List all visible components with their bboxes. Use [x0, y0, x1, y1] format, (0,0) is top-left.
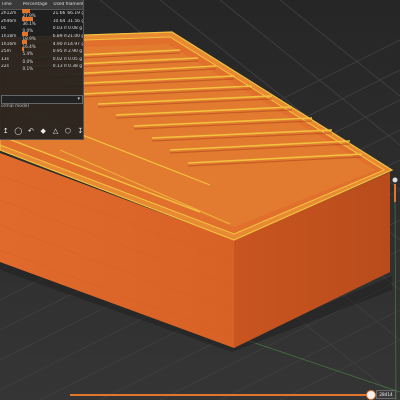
row-length: 10.64 m — [52, 18, 68, 24]
export-icon[interactable]: ↧ — [77, 127, 84, 136]
row-length: 0.13 m — [52, 64, 68, 70]
row-weight: 21.00 g — [67, 34, 83, 40]
row-length: 21.66 m — [52, 11, 68, 17]
row-weight: 66.19 g — [67, 11, 83, 17]
shells-icon[interactable]: ⬡ — [64, 127, 71, 136]
row-percentage: 0.1% — [22, 62, 52, 71]
slider-value: 28414 — [376, 390, 396, 399]
seam-icon[interactable]: ◆ — [40, 127, 47, 136]
row-weight: 0.38 g — [68, 64, 82, 70]
row-weight: 0.08 g — [68, 26, 82, 32]
legend-row: 22s 0.1% 0.13 m 0.38 g — [0, 62, 83, 71]
row-time: 13s — [1, 56, 9, 62]
view-type-dropdown[interactable]: ▾ — [1, 95, 83, 104]
slider-thumb[interactable] — [366, 390, 376, 400]
row-time: 2h46m — [1, 18, 17, 24]
chevron-down-icon: ▾ — [77, 96, 80, 102]
row-time: 22s — [1, 64, 9, 70]
row-weight: 0.05 g — [68, 56, 82, 62]
legend-rows: 2h12m27.9%21.66 m66.19 g2h46m36.1%10.64 … — [0, 9, 83, 71]
row-length: 6.89 m — [52, 34, 68, 40]
row-length: 4.90 m — [52, 41, 68, 47]
layer-slider[interactable]: 28414 — [0, 388, 400, 400]
row-time: 1h18m — [1, 34, 17, 40]
legend-panel: Time Percentage Used filament 2h12m 27.9%… — [0, 0, 84, 140]
vertical-layer-handle[interactable] — [392, 176, 398, 204]
row-time: 2h12m — [1, 11, 17, 17]
row-weight: 31.56 g — [67, 18, 83, 24]
header-percentage: Percentage — [22, 2, 48, 7]
wipe-icon[interactable]: ◯ — [14, 127, 22, 136]
tool-marker-icon[interactable]: △ — [52, 127, 59, 136]
slider-track — [70, 394, 370, 396]
row-length: 0.03 m — [52, 26, 68, 32]
travel-icon[interactable]: ↥ — [2, 127, 9, 136]
row-weight: 2.90 g — [68, 49, 82, 55]
row-length: 0.02 m — [52, 56, 68, 62]
row-time: 0s — [1, 26, 7, 32]
legend-toolbar: ↥ ◯ ↶ ◆ △ ⬡ ↧ — [0, 125, 84, 137]
row-time: 25m — [1, 49, 11, 55]
row-time: 1h16m — [1, 41, 17, 47]
row-percentage-text: 0.1% — [22, 66, 34, 72]
row-length: 0.95 m — [52, 49, 68, 55]
mode-label: ormal mode) — [1, 104, 30, 109]
header-time: Time — [1, 2, 12, 7]
retraction-icon[interactable]: ↶ — [27, 127, 34, 136]
header-used-filament: Used filament — [53, 2, 83, 7]
row-weight: 14.97 g — [67, 41, 83, 47]
